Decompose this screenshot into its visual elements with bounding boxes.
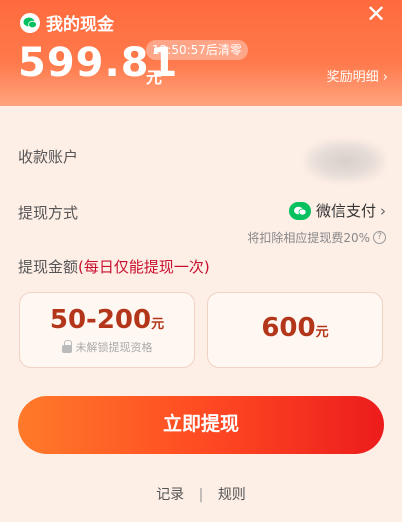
option-unit: 元 [151,317,165,332]
rules-link[interactable]: 规则 [218,487,246,503]
pay-method-selector[interactable]: 微信支付 › [288,200,386,221]
fee-note-text: 将扣除相应提现费20% [247,231,370,245]
account-value-blurred[interactable] [305,140,385,182]
option-amount: 600 [261,313,316,343]
locked-text: 未解锁提现资格 [75,341,153,354]
amount-option-50-200[interactable]: 50-200元 未解锁提现资格 [19,292,195,368]
lock-icon [61,340,72,353]
account-label: 收款账户 [18,148,79,166]
wechat-pay-icon [288,201,311,220]
method-label: 提现方式 [18,204,79,222]
expiry-timer-badge: 12:50:57后清零 [146,40,248,60]
close-icon[interactable]: ✕ [364,2,388,26]
locked-note: 未解锁提现资格 [20,339,194,355]
page-title: 我的现金 [46,15,114,35]
pay-method-value: 微信支付 [315,202,376,220]
cash-header: 我的现金 ✕ 599.81 元 12:50:57后清零 奖励明细 › [0,0,402,106]
option-value: 600元 [208,313,382,343]
wechat-icon [20,12,40,33]
fee-note: 将扣除相应提现费20% ? [247,229,386,246]
option-amount: 50-200 [49,305,152,335]
reward-details-link[interactable]: 奖励明细 › [327,66,388,85]
amount-option-600[interactable]: 600元 [207,292,383,368]
chevron-right-icon: › [380,201,386,220]
title-row: 我的现金 [20,10,114,35]
footer-separator: | [198,487,204,503]
option-unit: 元 [315,325,329,340]
amount-label-text: 提现金额 [18,258,79,276]
help-icon[interactable]: ? [373,231,386,244]
footer-links: 记录 | 规则 [0,484,402,504]
option-value: 50-200元 [20,305,194,335]
amount-label: 提现金额(每日仅能提现一次) [18,256,210,277]
amount-label-note: (每日仅能提现一次) [78,258,210,276]
withdraw-button[interactable]: 立即提现 [18,396,384,454]
cash-amount-unit: 元 [146,68,163,87]
records-link[interactable]: 记录 [156,487,184,503]
